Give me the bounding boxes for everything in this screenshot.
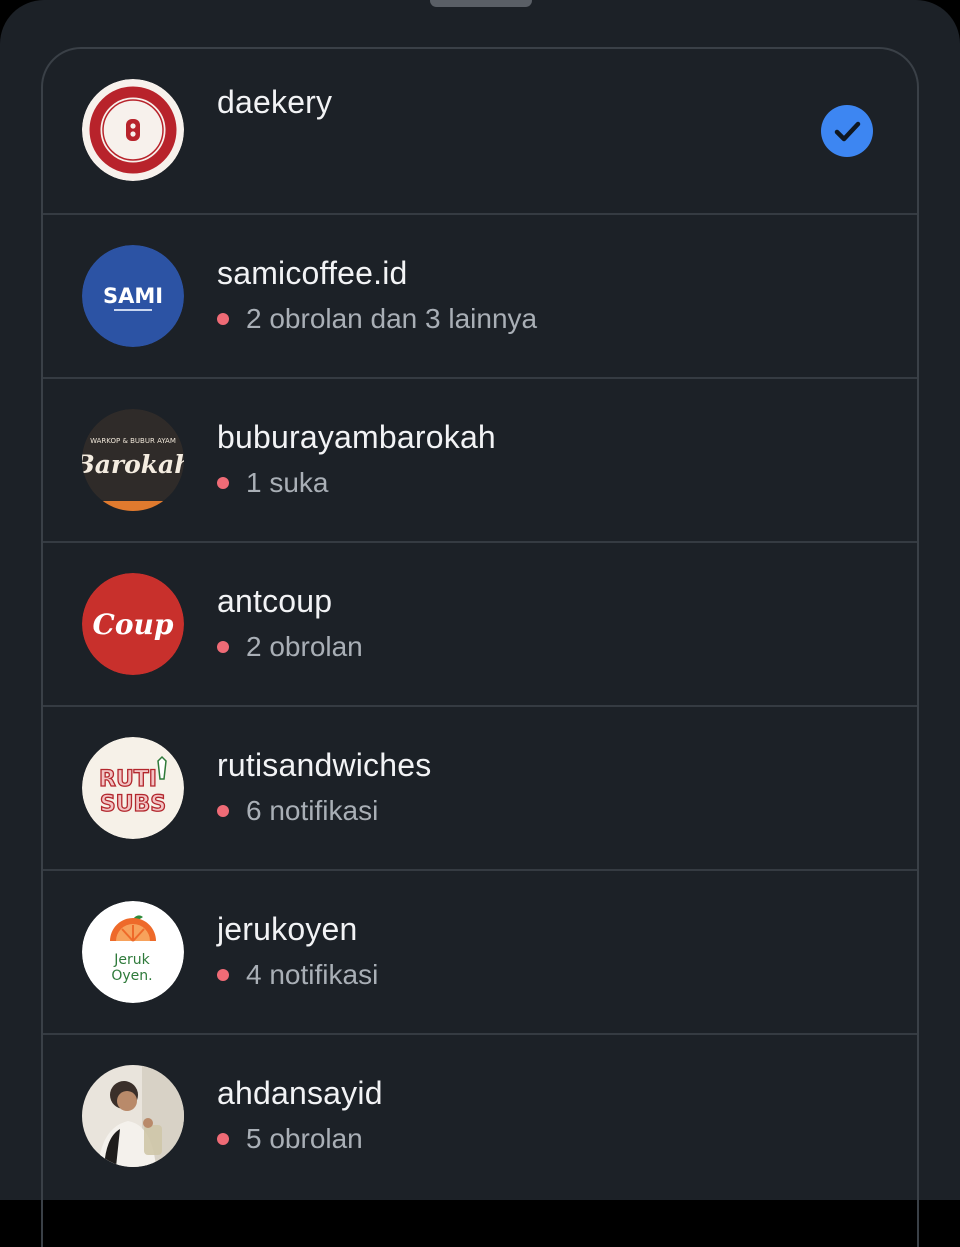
svg-text:WARKOP & BUBUR AYAM: WARKOP & BUBUR AYAM <box>90 437 176 445</box>
account-status: 5 obrolan <box>217 1123 363 1155</box>
avatar: SAMI <box>82 245 184 347</box>
account-status: 6 notifikasi <box>217 795 378 827</box>
svg-text:Oyen.: Oyen. <box>111 968 152 984</box>
barokah-logo-icon: WARKOP & BUBUR AYAM Barokah <box>82 409 184 511</box>
account-row-buburayambarokah[interactable]: WARKOP & BUBUR AYAM Barokah buburayambar… <box>43 377 917 541</box>
account-name: rutisandwiches <box>217 747 432 783</box>
unread-dot-icon <box>217 805 229 817</box>
account-status-text: 1 suka <box>246 467 329 498</box>
unread-dot-icon <box>217 477 229 489</box>
account-switcher-sheet: daekery SAMI samicoffee.id 2 obrolan dan… <box>0 0 960 1247</box>
avatar: RUTI SUBS <box>82 737 184 839</box>
avatar: WARKOP & BUBUR AYAM Barokah <box>82 409 184 511</box>
svg-text:Jeruk: Jeruk <box>113 952 150 968</box>
svg-text:Barokah: Barokah <box>82 450 184 479</box>
unread-dot-icon <box>217 641 229 653</box>
unread-dot-icon <box>217 969 229 981</box>
avatar-logo-text: SAMI <box>103 284 163 308</box>
account-list: daekery SAMI samicoffee.id 2 obrolan dan… <box>41 47 919 1247</box>
unread-dot-icon <box>217 1133 229 1145</box>
account-status-text: 4 notifikasi <box>246 959 379 990</box>
unread-dot-icon <box>217 313 229 325</box>
account-status-text: 5 obrolan <box>246 1123 363 1154</box>
avatar: Jeruk Oyen. <box>82 901 184 1003</box>
account-name: ahdansayid <box>217 1075 383 1111</box>
account-name: antcoup <box>217 583 333 619</box>
ruti-subs-logo-icon: RUTI SUBS <box>82 737 184 839</box>
account-row-antcoup[interactable]: Coup antcoup 2 obrolan <box>43 541 917 705</box>
account-row-rutisandwiches[interactable]: RUTI SUBS rutisandwiches 6 notifikasi <box>43 705 917 869</box>
account-status: 2 obrolan <box>217 631 363 663</box>
account-name: daekery <box>217 84 333 120</box>
avatar-logo-text: Coup <box>93 608 174 641</box>
account-status-text: 6 notifikasi <box>246 795 379 826</box>
account-row-ahdansayid[interactable]: ahdansayid 5 obrolan <box>43 1033 917 1197</box>
account-row-daekery[interactable]: daekery <box>43 49 917 213</box>
account-status-text: 2 obrolan <box>246 631 363 662</box>
avatar <box>82 1065 184 1167</box>
coup-logo-icon: Coup <box>82 573 184 675</box>
account-row-jerukoyen[interactable]: Jeruk Oyen. jerukoyen 4 notifikasi <box>43 869 917 1033</box>
selected-check-icon <box>821 105 873 157</box>
account-status: 1 suka <box>217 467 329 499</box>
drag-handle[interactable] <box>430 0 532 7</box>
account-status: 2 obrolan dan 3 lainnya <box>217 303 537 335</box>
svg-text:RUTI: RUTI <box>99 767 157 792</box>
daekery-doughnuts-logo-icon <box>82 79 184 181</box>
avatar: Coup <box>82 573 184 675</box>
account-status-text: 2 obrolan dan 3 lainnya <box>246 303 538 334</box>
person-photo-icon <box>82 1065 184 1167</box>
account-name: samicoffee.id <box>217 255 408 291</box>
account-row-samicoffee[interactable]: SAMI samicoffee.id 2 obrolan dan 3 lainn… <box>43 213 917 377</box>
sami-logo-icon: SAMI <box>82 245 184 347</box>
account-status: 4 notifikasi <box>217 959 378 991</box>
svg-text:SUBS: SUBS <box>100 792 166 817</box>
jeruk-oyen-logo-icon: Jeruk Oyen. <box>82 901 184 1003</box>
avatar <box>82 79 184 181</box>
account-name: buburayambarokah <box>217 419 496 455</box>
account-name: jerukoyen <box>217 911 358 947</box>
